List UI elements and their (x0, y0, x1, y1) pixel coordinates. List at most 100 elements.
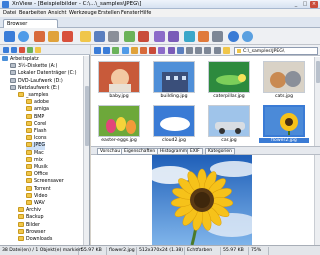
save-icon[interactable] (94, 31, 105, 42)
refresh-icon[interactable] (18, 31, 29, 42)
thumbnail-item[interactable]: cloud2.jpg (149, 104, 199, 146)
tree-item-label: adobe (34, 100, 49, 106)
tree-item-label: JPEG (34, 143, 46, 149)
thumbnail-item[interactable]: car.jpg (204, 104, 254, 146)
thumbnail-label: easter-eggs.jpg (101, 138, 137, 143)
menu-create[interactable]: Erstellen (98, 10, 120, 16)
preview-tab[interactable]: Eigenschaften (121, 148, 159, 155)
slideshow-icon[interactable] (184, 31, 195, 42)
filter-icon[interactable] (158, 47, 166, 54)
thumbnail-grid: baby.jpg building.jpg caterpillar.jpg cats.… (91, 57, 314, 146)
forward-icon[interactable] (48, 31, 59, 42)
status-file-size: 55.97 KB (221, 247, 249, 255)
up-icon[interactable] (112, 47, 120, 54)
folder-icon (26, 156, 32, 162)
computer-icon (2, 56, 8, 61)
tree-item-label: WAV (34, 201, 45, 206)
grid-icon[interactable] (186, 47, 193, 54)
tree-item-label: 3½-Diskette (A:) (18, 64, 58, 70)
thumbnail-item[interactable]: building.jpg (149, 60, 199, 102)
scan-icon[interactable] (124, 31, 135, 42)
menu-help[interactable]: Hilfe (140, 10, 151, 16)
preview-tab[interactable]: Vorschau (97, 148, 124, 155)
tree-item-label: Netzlaufwerk (E:) (18, 85, 60, 91)
list-icon[interactable] (195, 47, 203, 54)
thumbnail-item[interactable]: easter-eggs.jpg (94, 104, 144, 146)
folder-tree-scrollbar[interactable] (83, 56, 89, 245)
scrollbar-thumb[interactable] (316, 61, 320, 83)
menu-tools[interactable]: Werkzeuge (69, 10, 97, 16)
sort-icon[interactable] (167, 47, 175, 54)
copy-icon[interactable] (130, 47, 138, 54)
preview-scrollbar[interactable] (314, 155, 320, 245)
home-icon[interactable] (4, 31, 15, 42)
preview-tab[interactable]: EXIF (187, 148, 203, 155)
thumbnail-image (153, 105, 195, 137)
drive-icon (10, 84, 16, 90)
menu-bar: Datei Bearbeiten Ansicht Werkzeuge Erste… (0, 9, 320, 17)
thumbnail-item[interactable]: caterpillar.jpg (204, 60, 254, 102)
forward-icon[interactable] (103, 47, 111, 54)
home-icon[interactable] (19, 47, 25, 53)
details-icon[interactable] (204, 47, 212, 54)
up-icon[interactable] (27, 47, 33, 53)
minimize-button[interactable]: _ (292, 1, 300, 8)
rotate-left-icon[interactable] (154, 31, 165, 42)
menu-file[interactable]: Datei (3, 10, 16, 16)
tree-item-label: Video (34, 193, 48, 199)
thumbnail-item[interactable]: cats.jpg (259, 60, 309, 102)
rotate-right-icon[interactable] (168, 31, 179, 42)
folder-pane-toolbar (0, 45, 90, 55)
convert-icon[interactable] (198, 31, 209, 42)
folder-icon[interactable] (35, 47, 41, 53)
settings-icon[interactable] (212, 31, 223, 42)
info-icon[interactable] (228, 31, 239, 42)
tree-item-label: DVD-Laufwerk (D:) (18, 78, 63, 84)
drive-icon (10, 63, 16, 69)
help-icon[interactable] (242, 31, 253, 42)
main-toolbar (0, 28, 320, 45)
title-bar: XnView - [Beispielbilder - C:\...\_sampl… (0, 0, 320, 9)
folder-icon (237, 49, 241, 53)
back-icon[interactable] (34, 31, 45, 42)
status-total-size: 55.97 KB (79, 247, 107, 255)
tree-item-label: Flash (34, 129, 47, 134)
menu-window[interactable]: Fenster (121, 10, 140, 16)
scrollbar-thumb[interactable] (85, 86, 89, 146)
tree-item-label: Browser (26, 229, 46, 235)
thumbnail-icon[interactable] (213, 47, 221, 54)
tree-item-label: Musik (34, 165, 48, 170)
thumbnail-scrollbar[interactable] (314, 57, 320, 146)
back-icon[interactable] (94, 47, 101, 54)
print-icon[interactable] (108, 31, 119, 42)
path-input[interactable]: C:\_samples\JPEG\ (234, 47, 318, 55)
back-icon[interactable] (3, 47, 9, 53)
tree-item[interactable]: Downloads (18, 236, 52, 244)
thumbnail-item[interactable]: flower2.jpg (259, 104, 309, 146)
delete-icon[interactable] (149, 47, 157, 54)
menu-view[interactable]: Ansicht (48, 10, 66, 16)
menu-edit[interactable]: Bearbeiten (19, 10, 46, 16)
tab-browser[interactable]: Browser (3, 19, 58, 28)
folder-icon (26, 178, 32, 184)
forward-icon[interactable] (11, 47, 17, 53)
folder-icon[interactable] (222, 47, 230, 54)
refresh-icon[interactable] (121, 47, 129, 54)
preview-tab[interactable]: Histogramm (157, 148, 191, 155)
move-icon[interactable] (140, 47, 147, 54)
preview-tab[interactable]: Kategorien (205, 148, 235, 155)
folder-icon (26, 171, 32, 177)
thumbnail-label: baby.jpg (109, 94, 129, 99)
thumbnail-item[interactable]: baby.jpg (94, 60, 144, 102)
delete-icon[interactable] (138, 31, 149, 42)
folder-pane: Arbeitsplatz 3½-Diskette (A:) Lokaler Date… (0, 45, 90, 245)
status-selection: 38 Datei(en) / 1 Objekt(e) markiert (2, 247, 83, 255)
folder-icon (26, 192, 32, 198)
up-icon[interactable] (62, 31, 73, 42)
maximize-button[interactable]: □ (301, 1, 309, 8)
status-dimensions: 512x370x24 (1.38) (139, 247, 185, 255)
open-icon[interactable] (80, 31, 91, 42)
close-button[interactable]: × (310, 1, 318, 8)
view-icon[interactable] (176, 47, 184, 54)
folder-icon (18, 236, 24, 241)
